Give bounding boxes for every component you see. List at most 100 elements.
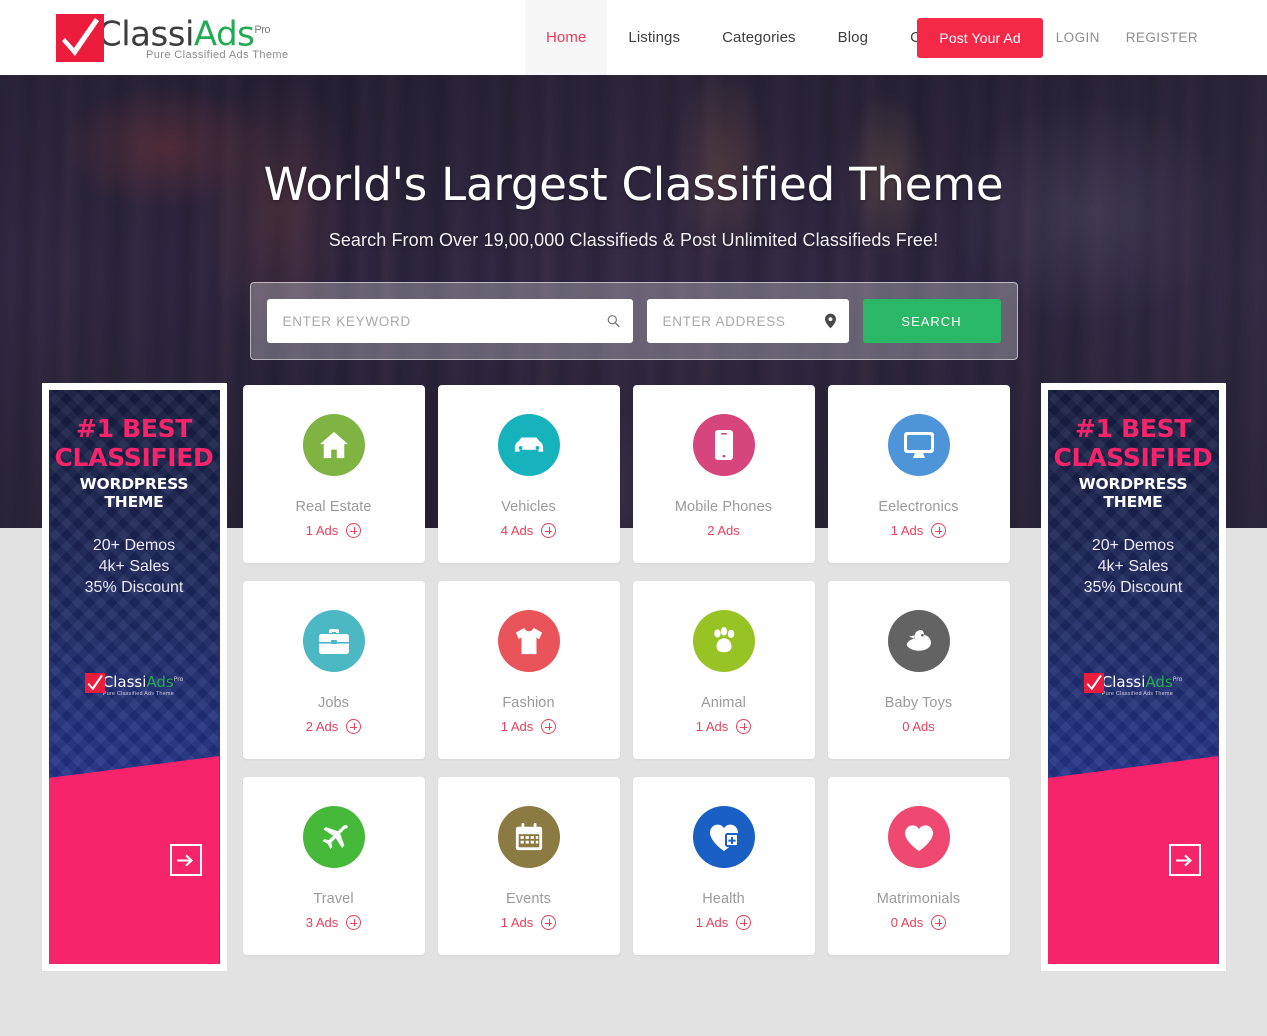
arrow-right-icon	[1176, 854, 1193, 867]
ad-logo-primary: Classi	[1101, 673, 1146, 691]
category-label: Animal	[701, 695, 746, 711]
paw-icon	[692, 610, 755, 672]
address-field-wrap	[646, 299, 849, 343]
login-link[interactable]: LOGIN	[1043, 30, 1113, 45]
category-label: Vehicles	[501, 499, 556, 515]
category-label: Baby Toys	[884, 695, 953, 711]
ad-arrow-button[interactable]	[1168, 844, 1201, 876]
plus-circle-icon[interactable]	[541, 915, 557, 930]
heart-plus-icon	[692, 806, 755, 868]
category-count-text: 1 Ads	[305, 523, 339, 538]
left-ad-banner[interactable]: #1 BEST CLASSIFIED WORDPRESS THEME 20+ D…	[41, 383, 227, 971]
search-icon	[607, 315, 620, 328]
logo-badge: Pro	[254, 24, 270, 36]
plus-circle-icon[interactable]	[346, 719, 362, 734]
ad-headline-1: #1 BEST	[75, 414, 193, 443]
category-count-text: 4 Ads	[500, 523, 534, 538]
ad-logo-primary: Classi	[102, 673, 147, 691]
ad-logo: ClassiAdsPro Pure Classified Ads Theme	[49, 672, 220, 697]
category-card-vehicles[interactable]: Vehicles 4 Ads	[437, 385, 620, 563]
site-logo[interactable]: ClassiAdsPro Pure Classified Ads Theme	[56, 0, 288, 75]
ad-headline-2: CLASSIFIED	[54, 443, 214, 472]
ad-headline-1: #1 BEST	[1074, 414, 1192, 443]
plus-circle-icon[interactable]	[541, 523, 557, 538]
category-count-text: 1 Ads	[500, 719, 534, 734]
category-count-text: 1 Ads	[695, 915, 729, 930]
search-keyword-input[interactable]	[266, 299, 633, 343]
category-grid: Real Estate 1 Ads Vehicles 4 Ads Mobile …	[242, 383, 1025, 971]
category-card-health[interactable]: Health 1 Ads	[632, 777, 815, 955]
car-icon	[497, 414, 560, 476]
category-count: 2 Ads	[306, 719, 362, 734]
search-button[interactable]: SEARCH	[862, 299, 1001, 343]
checkmark-icon	[1083, 673, 1104, 693]
search-address-input[interactable]	[646, 299, 849, 343]
ad-logo-tagline: Pure Classified Ads Theme	[102, 691, 174, 697]
category-card-animal[interactable]: Animal 1 Ads	[632, 581, 815, 759]
register-link[interactable]: REGISTER	[1113, 30, 1211, 45]
arrow-right-icon	[177, 854, 194, 867]
plus-circle-icon[interactable]	[346, 523, 362, 538]
category-card-mobile-phones[interactable]: Mobile Phones 2 Ads	[632, 385, 815, 563]
category-card-real-estate[interactable]: Real Estate 1 Ads	[242, 385, 425, 563]
plus-circle-icon[interactable]	[541, 719, 557, 734]
category-card-baby-toys[interactable]: Baby Toys 0 Ads	[827, 581, 1010, 759]
plus-circle-icon[interactable]	[931, 523, 947, 538]
briefcase-icon	[302, 610, 365, 672]
category-count-text: 1 Ads	[500, 915, 534, 930]
category-count: 3 Ads	[306, 915, 362, 930]
ad-stat-demos: 20+ Demos	[1091, 537, 1175, 554]
category-count: 1 Ads	[696, 719, 752, 734]
nav-item-categories[interactable]: Categories	[701, 0, 817, 75]
duck-icon	[887, 610, 950, 672]
hero-title: World's Largest Classified Theme	[263, 158, 1004, 211]
category-card-jobs[interactable]: Jobs 2 Ads	[242, 581, 425, 759]
header-actions: Post Your Ad LOGIN REGISTER	[917, 0, 1211, 75]
nav-item-listings[interactable]: Listings	[607, 0, 701, 75]
category-label: Matrimonials	[876, 891, 961, 907]
tshirt-icon	[497, 610, 560, 672]
right-ad-banner[interactable]: #1 BEST CLASSIFIED WORDPRESS THEME 20+ D…	[1040, 383, 1226, 971]
keyword-field-wrap	[266, 299, 633, 343]
ad-logo-badge: Pro	[1172, 676, 1183, 683]
main-navigation: Home Listings Categories Blog Contact	[525, 0, 983, 75]
category-card-events[interactable]: Events 1 Ads	[437, 777, 620, 955]
category-count: 4 Ads	[501, 523, 557, 538]
map-pin-icon	[824, 313, 836, 329]
category-card-travel[interactable]: Travel 3 Ads	[242, 777, 425, 955]
category-count: 1 Ads	[891, 523, 947, 538]
category-card-matrimonials[interactable]: Matrimonials 0 Ads	[827, 777, 1010, 955]
ad-headline-2: CLASSIFIED	[1053, 443, 1213, 472]
category-count-text: 1 Ads	[890, 523, 924, 538]
post-your-ad-button[interactable]: Post Your Ad	[917, 17, 1043, 58]
ad-logo-secondary: Ads	[146, 673, 174, 691]
content-row: #1 BEST CLASSIFIED WORDPRESS THEME 20+ D…	[0, 383, 1267, 971]
plus-circle-icon[interactable]	[346, 915, 362, 930]
plus-circle-icon[interactable]	[736, 719, 752, 734]
logo-text-primary: Classi	[98, 14, 194, 55]
ad-stat-sales: 4k+ Sales	[1097, 558, 1169, 575]
home-icon	[302, 414, 365, 476]
category-count-text: 0 Ads	[890, 915, 924, 930]
ad-stats: 20+ Demos 4k+ Sales 35% Discount	[49, 535, 220, 598]
category-count: 0 Ads	[891, 915, 947, 930]
category-count: 1 Ads	[501, 719, 557, 734]
plus-circle-icon[interactable]	[736, 915, 752, 930]
monitor-icon	[887, 414, 950, 476]
logo-text-block: ClassiAdsPro Pure Classified Ads Theme	[98, 12, 288, 61]
category-count-text: 0 Ads	[902, 719, 935, 734]
ad-headline-3: WORDPRESS THEME	[1078, 475, 1188, 511]
nav-item-blog[interactable]: Blog	[817, 0, 889, 75]
category-count-text: 2 Ads	[305, 719, 339, 734]
ad-stat-discount: 35% Discount	[84, 579, 184, 596]
category-label: Jobs	[317, 695, 350, 711]
nav-item-home[interactable]: Home	[525, 0, 608, 75]
plus-circle-icon[interactable]	[931, 915, 947, 930]
category-count-text: 3 Ads	[305, 915, 339, 930]
ad-stat-sales: 4k+ Sales	[98, 558, 170, 575]
category-card-eelectronics[interactable]: Eelectronics 1 Ads	[827, 385, 1010, 563]
category-card-fashion[interactable]: Fashion 1 Ads	[437, 581, 620, 759]
ad-stats: 20+ Demos 4k+ Sales 35% Discount	[1048, 535, 1219, 598]
airplane-icon	[302, 806, 365, 868]
ad-arrow-button[interactable]	[169, 844, 202, 876]
